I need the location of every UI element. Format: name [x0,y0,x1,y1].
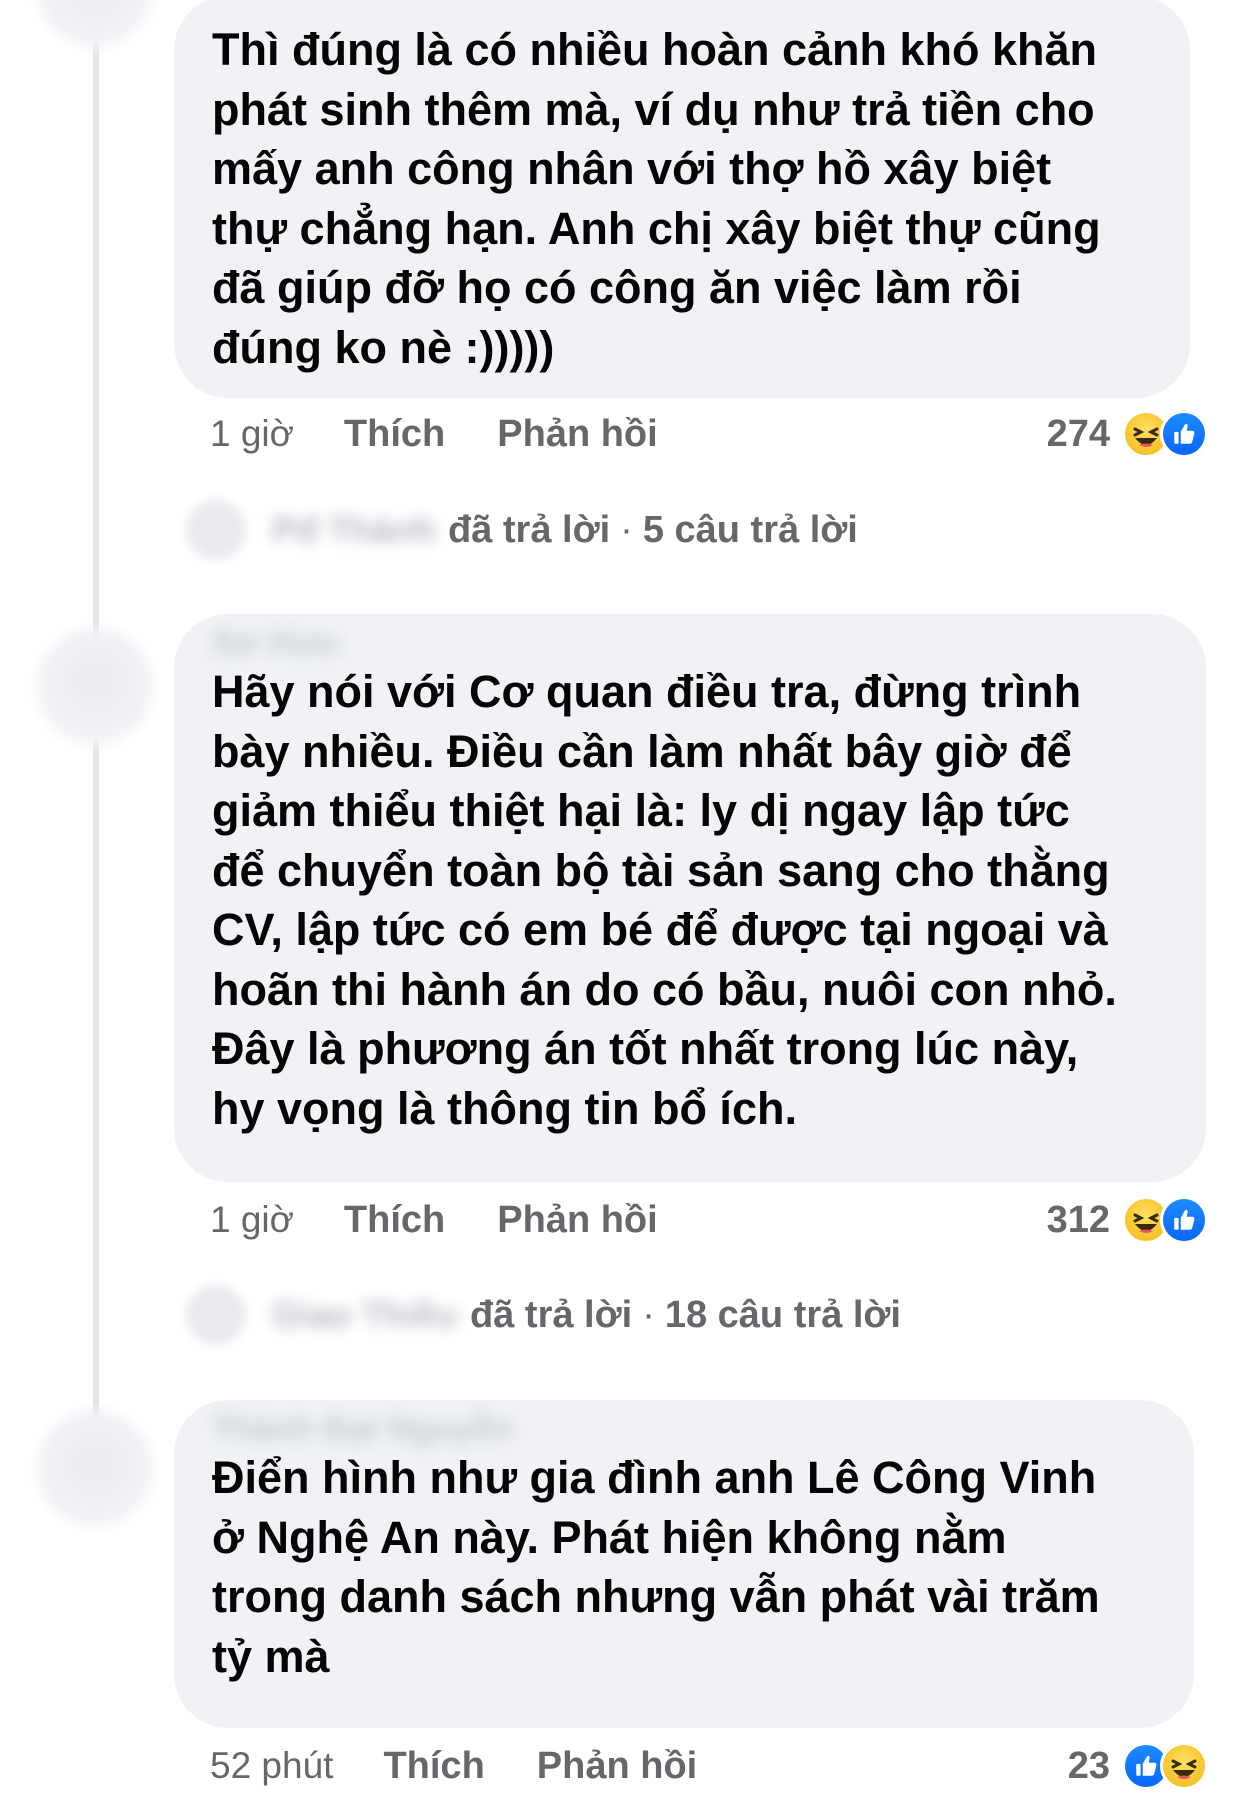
comment-actions: 52 phút Thích Phản hồi [210,1744,749,1788]
replier-name: Pđ Thành [272,509,436,550]
view-replies[interactable]: Pđ Thành đã trả lời · 5 câu trả lời [186,500,858,560]
like-icon [1160,1196,1208,1244]
replier-name: Giao Thiều [272,1294,459,1335]
comment-bubble: Thành Đạt Nguyễn Điển hình như gia đình … [174,1400,1194,1728]
commenter-avatar[interactable] [36,628,154,746]
like-button[interactable]: Thích [344,1199,445,1242]
comment-text: Thì đúng là có nhiều hoàn cảnh khó khăn … [212,24,1101,373]
comment-actions: 1 giờ Thích Phản hồi [210,1198,710,1242]
reaction-count: 274 [1046,412,1110,455]
commenter-avatar[interactable] [36,0,154,48]
comment-bubble: Thì đúng là có nhiều hoàn cảnh khó khăn … [174,0,1190,398]
reaction-count: 23 [1067,1744,1110,1787]
replied-label: đã trả lời [448,508,611,551]
reaction-count: 312 [1046,1198,1110,1241]
view-replies[interactable]: Giao Thiều đã trả lời · 18 câu trả lời [186,1285,901,1345]
like-icon [1160,410,1208,458]
comment-text: Hãy nói với Cơ quan điều tra, đừng trình… [212,666,1117,1134]
separator-dot: · [620,508,633,551]
reply-button[interactable]: Phản hồi [497,1199,657,1242]
comment-bubble: Sơ Hưu Hãy nói với Cơ quan điều tra, đừn… [174,614,1206,1182]
reaction-summary[interactable]: 23 [1068,1740,1208,1792]
replier-avatar [186,1285,246,1345]
separator-dot: · [642,1293,655,1336]
reply-button[interactable]: Phản hồi [537,1745,697,1788]
like-button[interactable]: Thích [344,413,445,456]
comment-text: Điển hình như gia đình anh Lê Công Vinh … [212,1452,1100,1682]
haha-icon [1160,1742,1208,1790]
replied-label: đã trả lời [470,1293,633,1336]
comment-timestamp[interactable]: 1 giờ [210,413,294,455]
reply-button[interactable]: Phản hồi [497,413,657,456]
reply-count: 5 câu trả lời [642,508,858,551]
comment-timestamp[interactable]: 52 phút [210,1745,333,1787]
comment-timestamp[interactable]: 1 giờ [210,1199,294,1241]
reaction-summary[interactable]: 312 [1047,1194,1208,1246]
replier-avatar [186,500,246,560]
commenter-name[interactable]: Sơ Hưu [212,626,1186,660]
comment-actions: 1 giờ Thích Phản hồi [210,412,710,456]
reply-count: 18 câu trả lời [664,1293,901,1336]
commenter-avatar[interactable] [36,1410,154,1528]
like-button[interactable]: Thích [383,1745,484,1788]
commenter-name[interactable]: Thành Đạt Nguyễn [212,1412,1174,1446]
reaction-summary[interactable]: 274 [1047,408,1208,460]
